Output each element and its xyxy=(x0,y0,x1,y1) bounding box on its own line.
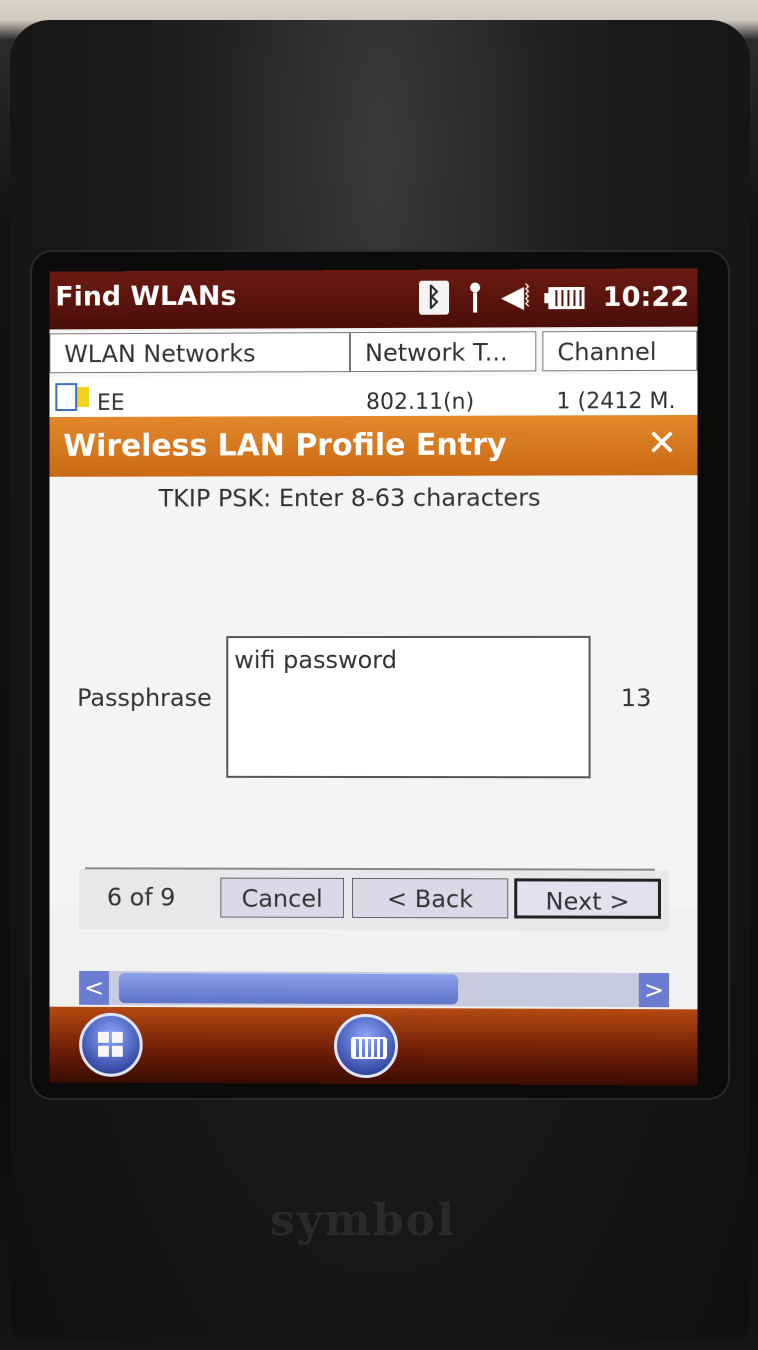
status-icons: ᛒ ◀⦚ 10:22 xyxy=(419,276,689,317)
clock[interactable]: 10:22 xyxy=(603,281,690,313)
horizontal-scrollbar[interactable]: < > xyxy=(79,971,669,1007)
title-bar: Find WLANs ᛒ ◀⦚ 10:22 xyxy=(49,268,697,329)
device-screen: Find WLANs ᛒ ◀⦚ 10:22 WLAN Networks Netw… xyxy=(49,268,697,1085)
column-channel[interactable]: Channel xyxy=(542,331,697,372)
battery-icon[interactable] xyxy=(548,287,584,309)
network-type: 802.11(n) xyxy=(366,390,474,415)
column-header: WLAN Networks Network T... Channel xyxy=(49,329,697,378)
dialog-body: TKIP PSK: Enter 8-63 characters Passphra… xyxy=(49,475,697,907)
back-button[interactable]: < Back xyxy=(352,878,508,918)
character-count: 13 xyxy=(621,684,652,712)
cancel-button[interactable]: Cancel xyxy=(220,878,344,918)
wlan-network-icon xyxy=(55,383,77,411)
dialog-title: Wireless LAN Profile Entry xyxy=(63,428,506,464)
passphrase-input[interactable]: wifi password xyxy=(226,636,590,778)
network-row[interactable]: EE 802.11(n) 1 (2412 M. xyxy=(49,375,697,417)
dialog-header: Wireless LAN Profile Entry ✕ xyxy=(49,415,697,477)
windows-start-icon[interactable] xyxy=(79,1013,143,1077)
bluetooth-icon[interactable]: ᛒ xyxy=(419,281,449,315)
step-counter: 6 of 9 xyxy=(107,883,176,911)
column-network-type[interactable]: Network T... xyxy=(350,331,536,372)
app-title: Find WLANs xyxy=(55,281,236,313)
taskbar xyxy=(49,1007,697,1086)
network-channel: 1 (2412 M. xyxy=(556,389,675,414)
keyboard-icon[interactable] xyxy=(334,1014,398,1078)
column-wlan-networks[interactable]: WLAN Networks xyxy=(49,332,350,373)
next-button[interactable]: Next > xyxy=(514,878,661,919)
device-logo: symbol xyxy=(270,1195,456,1246)
volume-icon[interactable]: ◀⦚ xyxy=(501,280,530,314)
scroll-left-icon[interactable]: < xyxy=(79,971,109,1005)
scroll-thumb[interactable] xyxy=(119,973,458,1004)
wizard-navigation: 6 of 9 Cancel < Back Next > xyxy=(79,869,669,931)
scroll-right-icon[interactable]: > xyxy=(639,973,669,1007)
close-icon[interactable]: ✕ xyxy=(647,423,677,464)
instruction-text: TKIP PSK: Enter 8-63 characters xyxy=(159,484,541,513)
signal-icon[interactable] xyxy=(467,280,483,314)
passphrase-label: Passphrase xyxy=(77,684,212,712)
network-name: EE xyxy=(97,391,125,416)
